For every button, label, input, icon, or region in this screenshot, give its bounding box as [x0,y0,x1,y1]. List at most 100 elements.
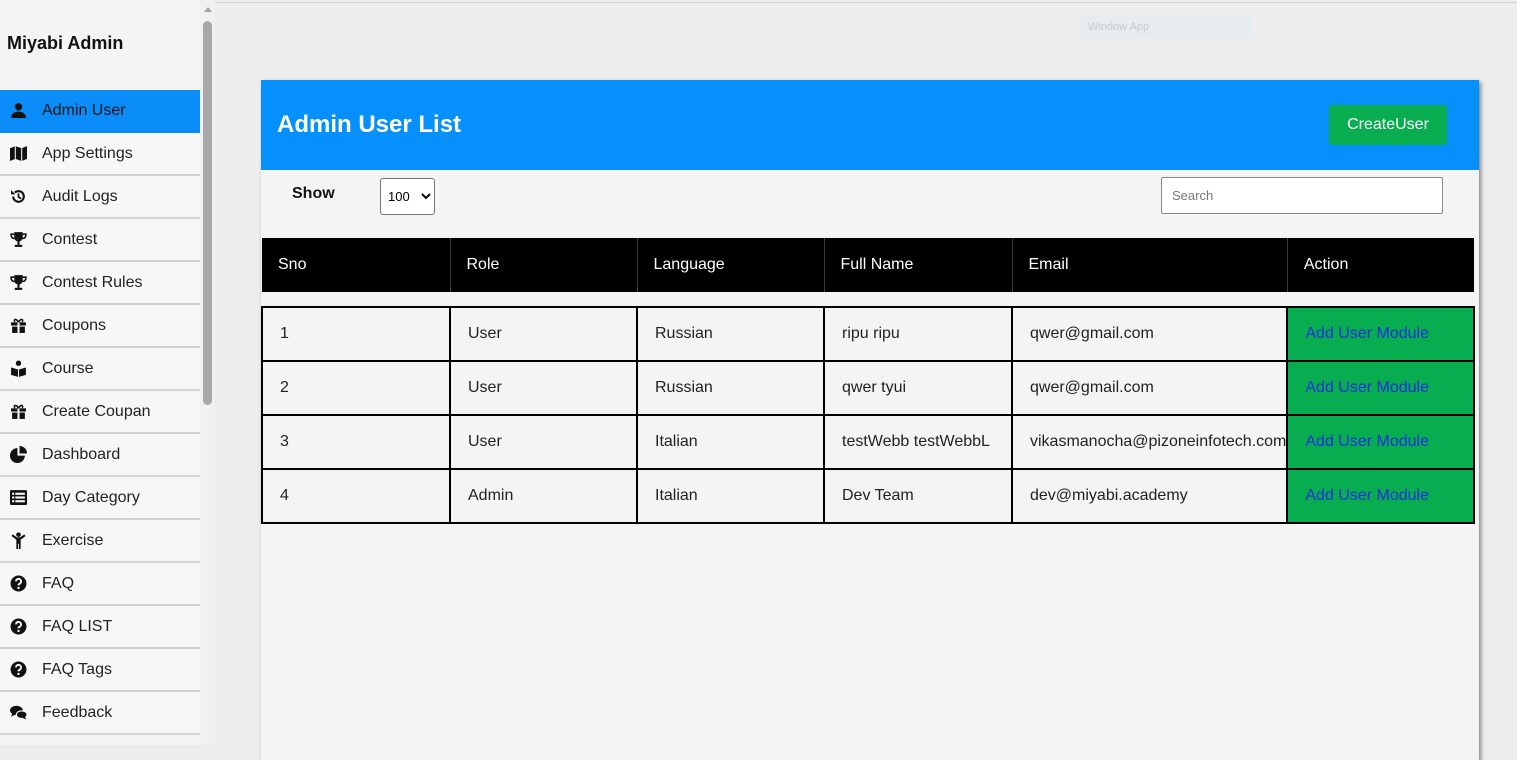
table-header-row: Sno Role Language Full Name Email Action [262,238,1475,292]
sidebar-item-course[interactable]: Course [0,348,200,391]
table-row: 3 User Italian testWebb testWebbL vikasmanoc… [261,414,1476,470]
column-header-email: Email [1012,238,1288,292]
admin-user-card: Admin User List CreateUser Show 100 Sno … [261,80,1479,760]
sidebar-item-label: Feedback [42,703,113,721]
sidebar-item-label: Audit Logs [42,187,118,205]
cell-action: Add User Module [1286,360,1476,416]
search-input[interactable] [1161,177,1443,214]
cell-email: vikasmanocha@pizoneinfotech.com [1010,414,1289,470]
page-title: Admin User List [277,111,462,138]
sidebar-item-faq-tags[interactable]: FAQ Tags [0,649,200,692]
sidebar-item-faq-list[interactable]: FAQ LIST [0,606,200,649]
comments-icon [0,703,42,723]
sidebar-item-label: FAQ Tags [42,660,112,678]
sidebar-item-create-coupan[interactable]: Create Coupan [0,391,200,434]
sidebar-item-label: Create Coupan [42,402,151,420]
sidebar-item-label: App Settings [42,144,133,162]
cell-role: Admin [449,468,638,524]
cell-role: User [449,306,638,362]
map-icon [0,144,42,164]
cell-full-name: ripu ripu [823,306,1013,362]
column-header-full-name: Full Name [824,238,1013,292]
cell-role: User [449,414,638,470]
sidebar-item-admin-user[interactable]: Admin User [0,90,200,133]
cell-language: Italian [636,414,825,470]
sidebar-item-label: Course [42,359,94,377]
sidebar-item-dashboard[interactable]: Dashboard [0,434,200,477]
add-user-module-link[interactable]: Add User Module [1305,433,1429,450]
faint-widget-label: Window App [1088,21,1150,33]
question-circle-icon [0,574,42,594]
column-header-language: Language [637,238,825,292]
cell-email: qwer@gmail.com [1010,306,1289,362]
child-icon [0,531,42,551]
column-header-sno: Sno [262,238,451,292]
cell-sno: 4 [261,468,451,524]
cell-full-name: Dev Team [823,468,1013,524]
sidebar-nav: Admin User App Settings Audit Logs Contest C… [0,90,200,735]
cell-sno: 1 [261,306,451,362]
scroll-thumb[interactable] [203,21,212,405]
sidebar-item-label: Day Category [42,488,140,506]
cell-email: qwer@gmail.com [1010,360,1289,416]
sidebar-scrollbar[interactable] [200,0,215,745]
admin-user-table: Sno Role Language Full Name Email Action… [261,238,1476,524]
cell-language: Russian [636,306,825,362]
trophy-icon [0,230,42,250]
sidebar-item-label: Coupons [42,316,107,334]
table-row: 1 User Russian ripu ripu qwer@gmail.com Add U… [261,306,1476,362]
cell-language: Russian [636,360,825,416]
sidebar-item-label: FAQ [42,574,75,592]
book-reader-icon [0,359,42,379]
cell-sno: 3 [261,414,451,470]
faint-widget: Window App [1080,16,1253,38]
sidebar-item-coupons[interactable]: Coupons [0,305,200,348]
sidebar-item-day-category[interactable]: Day Category [0,477,200,520]
sidebar-item-audit-logs[interactable]: Audit Logs [0,176,200,219]
sidebar-item-contest-rules[interactable]: Contest Rules [0,262,200,305]
sidebar-item-label: Dashboard [42,445,121,463]
user-icon [0,101,42,121]
cell-sno: 2 [261,360,451,416]
show-label: Show [292,185,335,202]
trophy-icon [0,273,42,293]
brand-title: Miyabi Admin [7,32,124,53]
table-row: 4 Admin Italian Dev Team dev@miyabi.academy A… [261,468,1476,524]
sidebar-item-contest[interactable]: Contest [0,219,200,262]
cell-action: Add User Module [1286,468,1476,524]
cell-email: dev@miyabi.academy [1010,468,1289,524]
list-icon [0,488,42,508]
scroll-up-icon[interactable] [204,7,212,12]
page-size-select[interactable]: 100 [380,178,435,215]
sidebar-item-app-settings[interactable]: App Settings [0,133,200,176]
cell-full-name: testWebb testWebbL [823,414,1013,470]
add-user-module-link[interactable]: Add User Module [1305,379,1429,396]
add-user-module-link[interactable]: Add User Module [1305,325,1429,342]
sidebar-item-exercise[interactable]: Exercise [0,520,200,563]
table-spacer [262,292,1474,307]
card-header: Admin User List CreateUser [261,80,1479,170]
create-user-button[interactable]: CreateUser [1329,105,1447,145]
sidebar: Miyabi Admin Admin User App Settings Audit… [0,0,201,745]
pie-chart-icon [0,445,42,465]
cell-action: Add User Module [1286,306,1476,362]
gift-icon [0,402,42,422]
sidebar-item-label: Contest [42,230,98,248]
table-controls: Show 100 [261,170,1479,238]
sidebar-item-label: Contest Rules [42,273,143,291]
sidebar-item-label: Exercise [42,531,104,549]
gift-icon [0,316,42,336]
table-body: 1 User Russian ripu ripu qwer@gmail.com Add U… [261,306,1476,524]
question-circle-icon [0,617,42,637]
sidebar-item-faq[interactable]: FAQ [0,563,200,606]
spacer-cell [262,292,1474,307]
cell-action: Add User Module [1286,414,1476,470]
sidebar-item-feedback[interactable]: Feedback [0,692,200,735]
top-divider [216,2,1517,3]
cell-role: User [449,360,638,416]
column-header-action: Action [1287,238,1475,292]
column-header-role: Role [450,238,638,292]
cell-language: Italian [636,468,825,524]
add-user-module-link[interactable]: Add User Module [1305,487,1429,504]
question-circle-icon [0,660,42,680]
